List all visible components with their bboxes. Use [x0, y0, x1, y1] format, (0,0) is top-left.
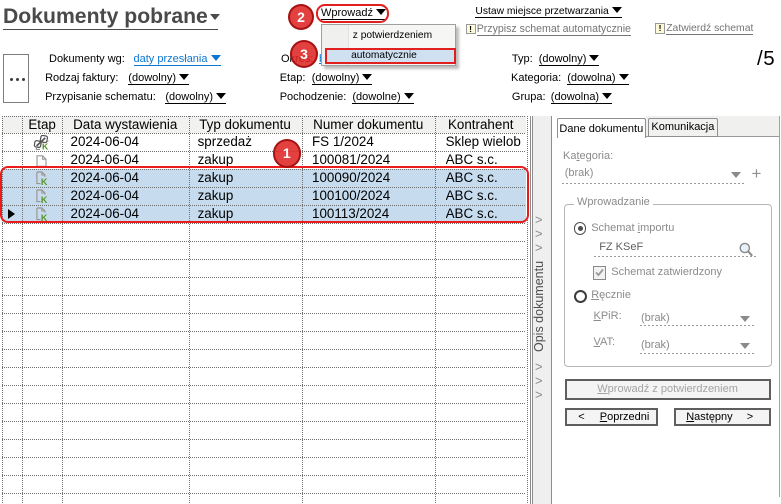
svg-text:K: K: [42, 142, 49, 151]
